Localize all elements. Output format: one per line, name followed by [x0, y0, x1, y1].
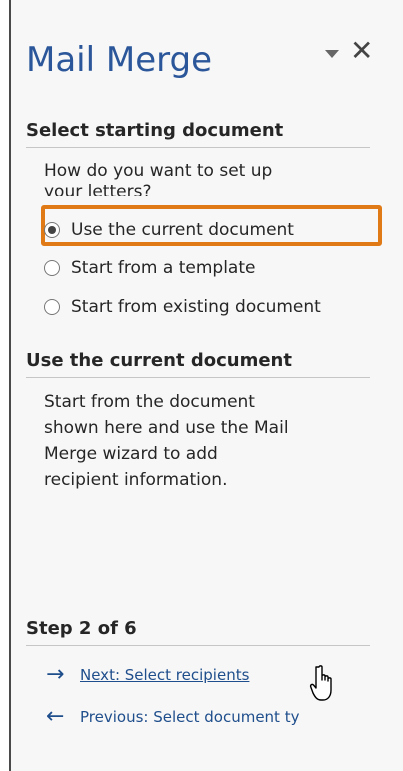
mail-merge-pane: [11, 0, 403, 771]
step-label: Step 2 of 6: [26, 618, 137, 639]
previous-step-link[interactable]: ← Previous: Select document ty: [46, 705, 390, 729]
radio-label: Use the current document: [71, 220, 294, 240]
divider: [26, 147, 370, 148]
description-line-2: shown here and use the Mail: [44, 418, 289, 438]
section-heading-use-current-document: Use the current document: [26, 350, 292, 371]
arrow-left-icon: ←: [46, 705, 65, 729]
description-line-4: recipient information.: [44, 470, 228, 490]
radio-button-selected[interactable]: [44, 222, 60, 238]
radio-option-start-from-template[interactable]: Start from a template: [44, 256, 255, 280]
radio-option-start-from-existing-document[interactable]: Start from existing document: [44, 295, 321, 319]
close-icon[interactable]: ✕: [350, 36, 373, 66]
radio-label: Start from existing document: [71, 297, 321, 317]
pane-title: Mail Merge: [26, 40, 213, 80]
next-step-link[interactable]: → Next: Select recipients: [46, 663, 249, 687]
arrow-right-icon: →: [46, 662, 65, 687]
question-line-2: your letters?: [44, 182, 152, 196]
radio-label: Start from a template: [71, 258, 256, 278]
next-link-text[interactable]: Next: Select recipients: [80, 666, 249, 684]
previous-link-text[interactable]: Previous: Select document ty: [80, 708, 299, 726]
question-line-1: How do you want to set up: [44, 161, 273, 181]
divider: [26, 377, 370, 378]
screenshot: Mail Merge ✕ Select starting document Ho…: [0, 0, 403, 771]
description-line-3: Merge wizard to add: [44, 444, 218, 464]
description-line-1: Start from the document: [44, 392, 255, 412]
chevron-down-icon[interactable]: [325, 50, 339, 58]
section-heading-select-starting-document: Select starting document: [26, 120, 284, 141]
divider: [26, 645, 370, 646]
hand-cursor-icon: [309, 665, 332, 701]
radio-option-use-current-document[interactable]: Use the current document: [44, 218, 294, 242]
radio-button[interactable]: [44, 260, 60, 276]
radio-button[interactable]: [44, 299, 60, 315]
